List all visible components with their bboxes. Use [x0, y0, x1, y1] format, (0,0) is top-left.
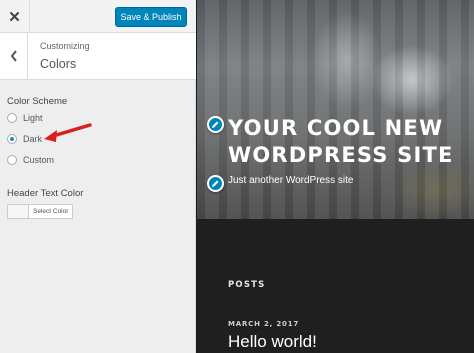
site-preview: YOUR COOL NEW WORDPRESS SITE Just anothe…: [197, 0, 474, 353]
edit-site-title-button[interactable]: [207, 116, 224, 133]
section-header: Customizing Colors: [0, 33, 196, 80]
radio-checked-dot: [10, 137, 14, 141]
radio-label: Dark: [23, 134, 43, 144]
radio-button[interactable]: [7, 113, 17, 123]
radio-light[interactable]: Light: [7, 113, 43, 123]
customizer-sidebar: ✕ Save & Publish Customizing Colors Colo…: [0, 0, 196, 353]
pencil-icon: [212, 180, 219, 187]
back-button[interactable]: [0, 33, 28, 79]
radio-label: Light: [23, 113, 43, 123]
header-image: YOUR COOL NEW WORDPRESS SITE Just anothe…: [197, 0, 474, 219]
posts-heading: POSTS: [228, 280, 266, 290]
site-tagline: Just another WordPress site: [228, 175, 354, 186]
header-image-texture: [197, 0, 474, 219]
save-publish-button[interactable]: Save & Publish: [115, 7, 187, 27]
post-title[interactable]: Hello world!: [228, 332, 317, 352]
radio-custom[interactable]: Custom: [7, 155, 54, 165]
customizer-header: ✕ Save & Publish: [0, 0, 196, 33]
radio-button[interactable]: [7, 155, 17, 165]
edit-tagline-button[interactable]: [207, 175, 224, 192]
section-title: Colors: [40, 57, 77, 71]
pencil-icon: [212, 121, 219, 128]
radio-button[interactable]: [7, 134, 17, 144]
chevron-left-icon: [10, 50, 17, 62]
select-color-button[interactable]: Select Color: [7, 204, 74, 219]
color-swatch[interactable]: [8, 205, 29, 218]
site-title[interactable]: YOUR COOL NEW WORDPRESS SITE: [228, 115, 474, 169]
content-area: POSTS MARCH 2, 2017 Hello world!: [197, 219, 474, 353]
header-text-color-title: Header Text Color: [7, 188, 84, 199]
close-button[interactable]: ✕: [0, 0, 30, 33]
radio-label: Custom: [23, 155, 55, 165]
radio-dark[interactable]: Dark: [7, 134, 42, 144]
select-color-label: Select Color: [33, 208, 69, 215]
color-scheme-title: Color Scheme: [7, 96, 68, 107]
close-icon: ✕: [8, 8, 21, 26]
post-date[interactable]: MARCH 2, 2017: [228, 320, 299, 328]
breadcrumb: Customizing: [40, 41, 90, 51]
